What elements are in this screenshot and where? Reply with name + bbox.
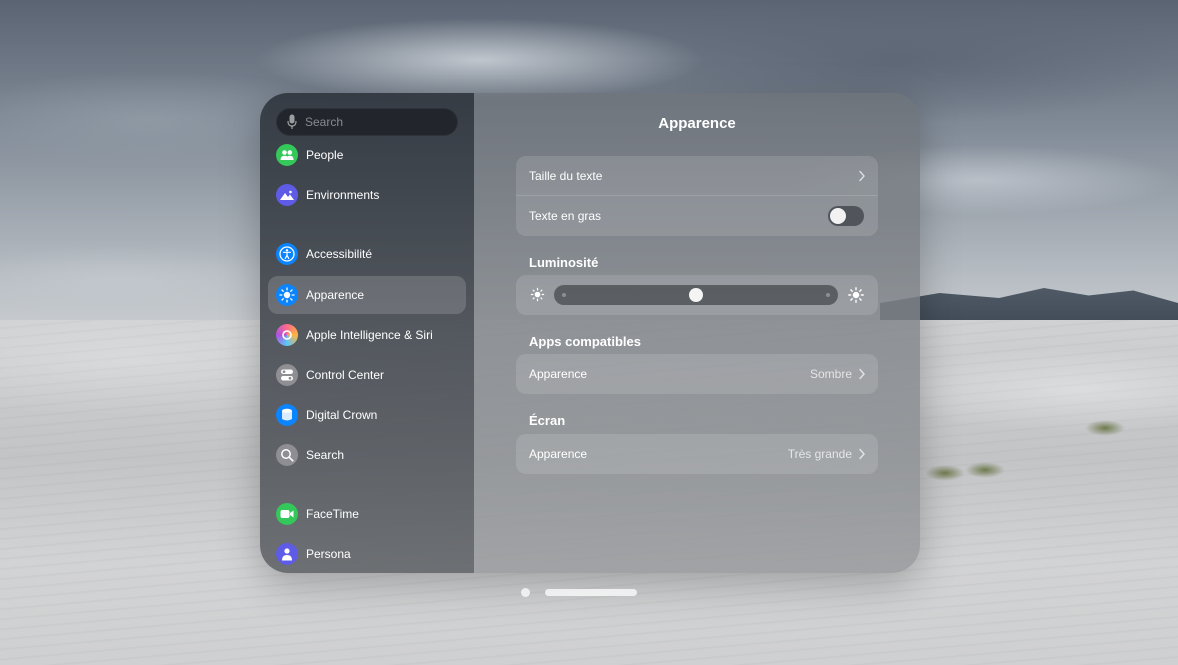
sidebar-item-environments[interactable]: Environments: [268, 176, 466, 214]
shrub: [965, 462, 1005, 478]
apps-appearance-row[interactable]: Apparence Sombre: [516, 354, 878, 394]
sun-dim-icon: [530, 287, 545, 302]
screen-appearance-label: Apparence: [529, 447, 588, 461]
sidebar-item-label: Accessibilité: [306, 247, 373, 261]
search-field[interactable]: Search: [276, 108, 458, 136]
sidebar-item-accessibility[interactable]: Accessibilité: [268, 235, 466, 273]
sidebar-item-control-center[interactable]: Control Center: [268, 356, 466, 394]
compatible-apps-heading: Apps compatibles: [529, 334, 641, 349]
brightness-heading: Luminosité: [529, 255, 599, 270]
sidebar-item-facetime[interactable]: FaceTime: [268, 495, 466, 533]
window-close-dot[interactable]: [521, 588, 530, 597]
sidebar-item-persona[interactable]: Persona: [268, 535, 466, 573]
brightness-slider-knob[interactable]: [689, 288, 703, 302]
toggle-knob: [830, 208, 846, 224]
slider-min-dot: [562, 293, 566, 297]
bold-text-row: Texte en gras: [516, 196, 878, 236]
bold-text-label: Texte en gras: [529, 209, 602, 223]
text-settings-group: Taille du texte Texte en gras: [516, 156, 878, 236]
magnifier-icon: [276, 444, 298, 466]
sidebar-item-label: Control Center: [306, 368, 385, 382]
sidebar-item-digital-crown[interactable]: Digital Crown: [268, 396, 466, 434]
chevron-right-icon: [859, 170, 865, 182]
appearance-pane: Apparence Taille du texte Texte en gras …: [474, 93, 920, 573]
shrub: [1085, 420, 1125, 436]
persona-icon: [276, 543, 298, 565]
sidebar: Search People Environments Accessibilité: [260, 93, 474, 573]
brightness-slider[interactable]: [554, 285, 838, 305]
screen-group: Apparence Très grande: [516, 434, 878, 474]
apps-appearance-label: Apparence: [529, 367, 588, 381]
screen-appearance-value: Très grande: [787, 447, 852, 461]
settings-window: Search People Environments Accessibilité: [260, 93, 920, 573]
sidebar-item-label: Search: [306, 448, 345, 462]
sidebar-item-label: Environments: [306, 188, 380, 202]
search-input[interactable]: Search: [305, 115, 343, 129]
apps-appearance-value: Sombre: [809, 367, 852, 381]
slider-max-dot: [826, 293, 830, 297]
sidebar-item-label: FaceTime: [306, 507, 359, 521]
screen-appearance-row[interactable]: Apparence Très grande: [516, 434, 878, 474]
sidebar-item-apple-intelligence-siri[interactable]: Apple Intelligence & Siri: [268, 316, 466, 354]
chevron-right-icon: [859, 368, 865, 380]
sidebar-item-appearance[interactable]: Apparence: [268, 276, 466, 314]
sun-bright-icon: [848, 287, 864, 303]
sidebar-item-label: Digital Crown: [306, 408, 378, 422]
text-size-row[interactable]: Taille du texte: [516, 156, 878, 196]
shrub: [925, 465, 965, 481]
sidebar-item-label: People: [306, 148, 344, 162]
mountain-icon: [276, 184, 298, 206]
compatible-apps-group: Apparence Sombre: [516, 354, 878, 394]
microphone-icon[interactable]: [287, 114, 297, 130]
screen-heading: Écran: [529, 413, 566, 428]
crown-icon: [276, 404, 298, 426]
brightness-group: [516, 275, 878, 315]
sidebar-item-label: Apparence: [306, 288, 365, 302]
sidebar-item-search[interactable]: Search: [268, 436, 466, 474]
page-title: Apparence: [658, 115, 736, 132]
toggles-icon: [276, 364, 298, 386]
sun-icon: [276, 284, 298, 306]
text-size-label: Taille du texte: [529, 169, 603, 183]
siri-icon: [276, 324, 298, 346]
video-icon: [276, 503, 298, 525]
window-grabber-bar[interactable]: [545, 589, 637, 596]
chevron-right-icon: [859, 448, 865, 460]
sidebar-item-label: Apple Intelligence & Siri: [306, 328, 433, 342]
sidebar-item-label: Persona: [306, 547, 351, 561]
people-icon: [276, 144, 298, 166]
accessibility-icon: [276, 243, 298, 265]
sidebar-item-people[interactable]: People: [268, 136, 466, 174]
bold-text-toggle[interactable]: [828, 206, 864, 226]
